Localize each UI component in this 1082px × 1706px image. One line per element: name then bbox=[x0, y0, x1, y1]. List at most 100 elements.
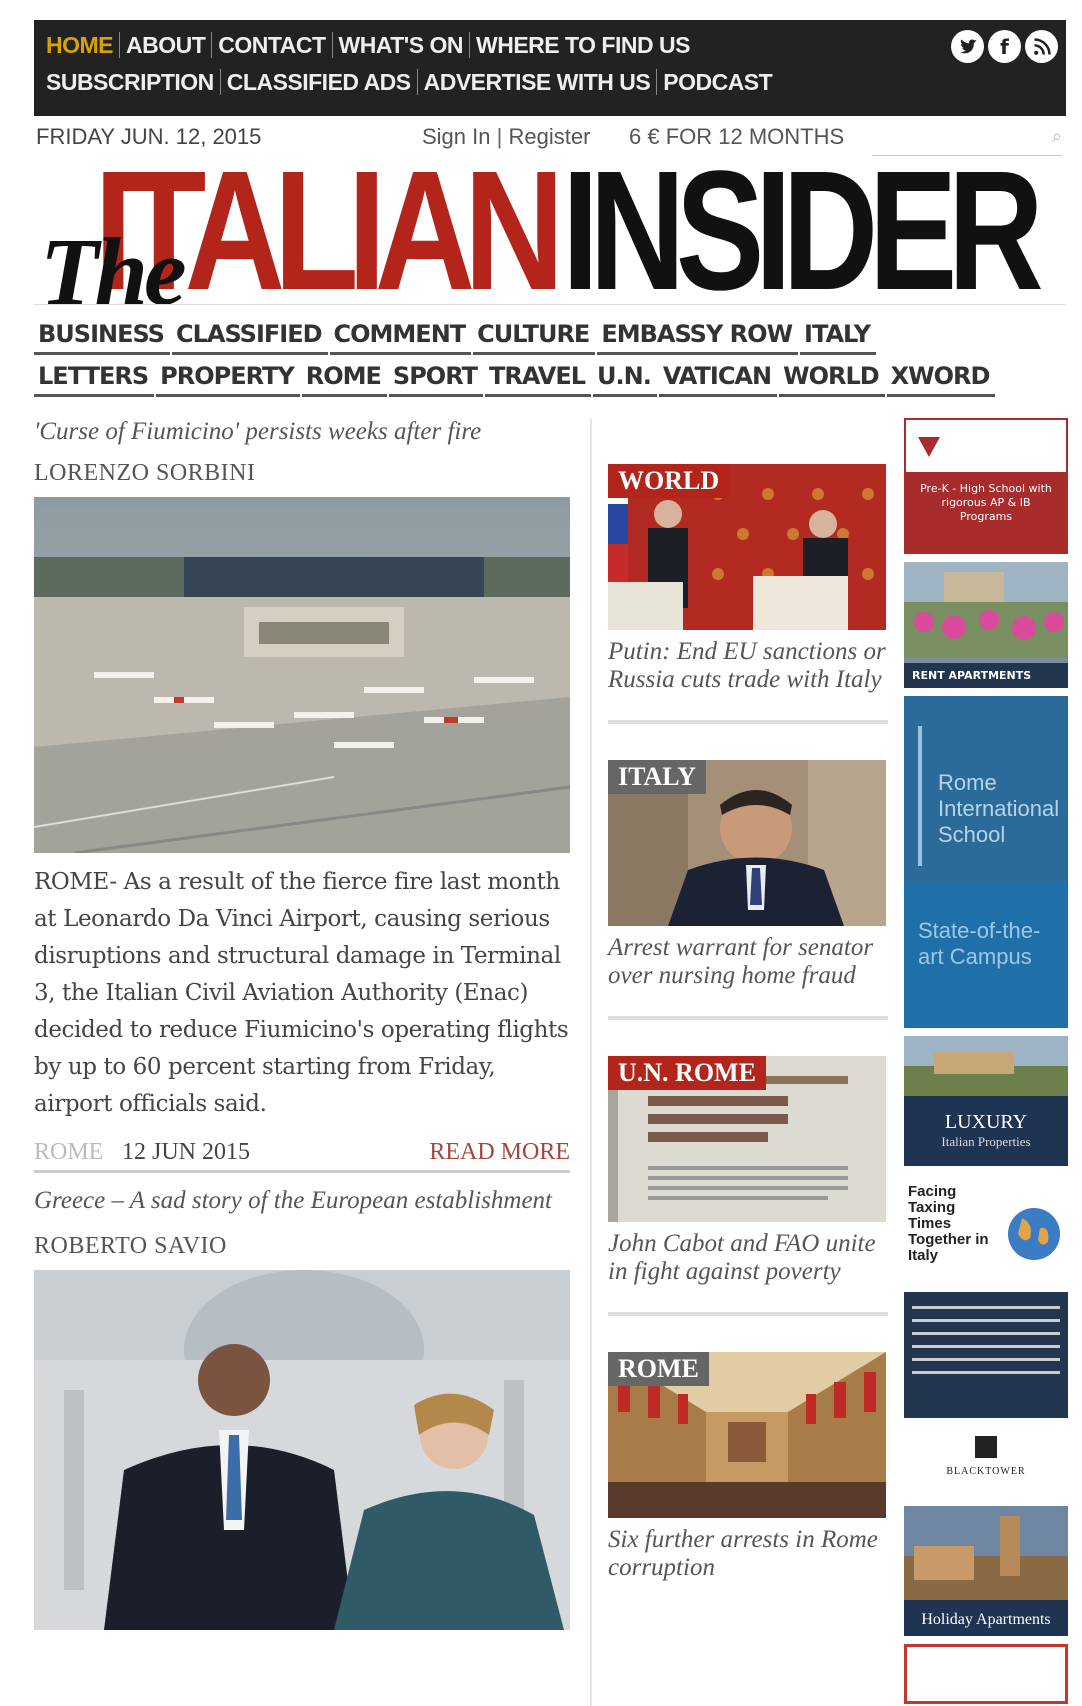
section-sport[interactable]: SPORT bbox=[388, 360, 483, 397]
ad-facing-taxing-times[interactable]: Facing Taxing Times Together in Italy bbox=[904, 1174, 1068, 1284]
nav-home[interactable]: HOME bbox=[46, 32, 120, 58]
blacktower-logo-icon bbox=[975, 1436, 997, 1458]
lead-article-author: LORENZO SORBINI bbox=[34, 460, 256, 486]
lead-article-meta: ROME 12 JUN 2015 READ MORE bbox=[34, 1133, 570, 1173]
ad-ris-top: Rome International School bbox=[904, 696, 1068, 882]
side-story-un-rome: U.N. ROME John Cabot and FAO unite in fi… bbox=[608, 1056, 890, 1316]
story-category-tag[interactable]: U.N. ROME bbox=[608, 1056, 766, 1090]
section-rome[interactable]: ROME bbox=[301, 360, 387, 397]
lead-article-title[interactable]: 'Curse of Fiumicino' persists weeks afte… bbox=[34, 418, 570, 446]
section-property[interactable]: PROPERTY bbox=[156, 360, 300, 397]
ad-school-text: Pre-K - High School with rigorous AP & I… bbox=[920, 482, 1052, 523]
read-more-link[interactable]: READ MORE bbox=[429, 1139, 570, 1166]
second-article-author: ROBERTO SAVIO bbox=[34, 1233, 227, 1259]
ad-ris-stripe bbox=[918, 726, 922, 866]
nav-classified-ads[interactable]: CLASSIFIED ADS bbox=[221, 69, 418, 95]
section-un[interactable]: U.N. bbox=[593, 360, 657, 397]
nav-contact[interactable]: CONTACT bbox=[212, 32, 333, 58]
lead-article-body: ROME- As a result of the fierce fire las… bbox=[34, 869, 569, 1117]
section-comment[interactable]: COMMENT bbox=[329, 318, 472, 355]
story-divider bbox=[608, 1016, 888, 1020]
lead-article-image[interactable] bbox=[34, 497, 570, 858]
story-category-tag[interactable]: ITALY bbox=[608, 760, 707, 794]
sign-in-link[interactable]: Sign In bbox=[422, 124, 491, 149]
column-divider bbox=[590, 418, 592, 1706]
story-divider bbox=[608, 720, 888, 724]
ad-rent-text: RENT APARTMENTS bbox=[912, 669, 1032, 682]
top-navigation-bar: HOME ABOUT CONTACT WHAT'S ON WHERE TO FI… bbox=[34, 20, 1066, 116]
nav-subscription[interactable]: SUBSCRIPTION bbox=[46, 69, 221, 95]
ad-holiday-text: Holiday Apartments bbox=[921, 1611, 1051, 1628]
ad-american-school[interactable]: Pre-K - High School with rigorous AP & I… bbox=[904, 418, 1068, 554]
section-nav-row-1: BUSINESS CLASSIFIED COMMENT CULTURE EMBA… bbox=[34, 318, 1066, 355]
ad-financial-planning[interactable] bbox=[904, 1292, 1068, 1418]
nav-podcast[interactable]: PODCAST bbox=[657, 69, 778, 95]
lead-article-date: 12 JUN 2015 bbox=[122, 1139, 251, 1165]
masthead-divider bbox=[34, 304, 1066, 305]
section-world[interactable]: WORLD bbox=[779, 360, 885, 397]
ad-luxury-sub: Italian Properties bbox=[941, 1134, 1031, 1149]
ad-rent-apartments[interactable]: RENT APARTMENTS bbox=[904, 562, 1068, 688]
story-divider bbox=[608, 1312, 888, 1316]
second-article-title[interactable]: Greece – A sad story of the European est… bbox=[34, 1187, 570, 1215]
story-category-tag[interactable]: WORLD bbox=[608, 464, 730, 498]
site-logo[interactable]: ITALIAN INSIDER The bbox=[34, 158, 1074, 304]
top-nav-row-2: SUBSCRIPTION CLASSIFIED ADS ADVERTISE WI… bbox=[46, 69, 778, 95]
facebook-icon[interactable]: f bbox=[988, 30, 1021, 63]
side-story-rome: ROME Six further arrests in Rome corrupt… bbox=[608, 1352, 890, 1582]
story-title[interactable]: Arrest warrant for senator over nursing … bbox=[608, 934, 890, 990]
ad-rome-international-school[interactable]: Rome International School State-of-the-a… bbox=[904, 696, 1068, 1028]
globe-icon bbox=[1008, 1208, 1060, 1260]
story-category-tag[interactable]: ROME bbox=[608, 1352, 709, 1386]
ad-holiday-apartments[interactable]: Holiday Apartments bbox=[904, 1506, 1068, 1636]
ad-school-logo bbox=[906, 420, 1066, 472]
side-story-world: WORLD Putin: End EU sanctions or Russia … bbox=[608, 464, 890, 724]
section-travel[interactable]: TRAVEL bbox=[484, 360, 592, 397]
subscription-promo[interactable]: 6 € FOR 12 MONTHS bbox=[629, 124, 844, 150]
section-italy[interactable]: ITALY bbox=[800, 318, 876, 355]
search-icon[interactable]: ⌕ bbox=[1052, 126, 1062, 147]
section-classified[interactable]: CLASSIFIED bbox=[171, 318, 328, 355]
logo-the: The bbox=[40, 218, 187, 304]
auth-links: Sign In | Register bbox=[422, 124, 590, 150]
section-culture[interactable]: CULTURE bbox=[473, 318, 596, 355]
story-title[interactable]: Six further arrests in Rome corruption bbox=[608, 1526, 890, 1582]
nav-where-to-find-us[interactable]: WHERE TO FIND US bbox=[470, 32, 696, 58]
section-nav-row-2: LETTERS PROPERTY ROME SPORT TRAVEL U.N. … bbox=[34, 360, 1066, 397]
ad-luxury-title: LUXURY bbox=[944, 1111, 1028, 1133]
auth-separator: | bbox=[496, 124, 503, 149]
register-link[interactable]: Register bbox=[508, 124, 590, 149]
story-title[interactable]: John Cabot and FAO unite in fight agains… bbox=[608, 1230, 890, 1286]
search-input[interactable] bbox=[872, 122, 1062, 156]
current-date: FRIDAY JUN. 12, 2015 bbox=[36, 124, 262, 149]
twitter-icon[interactable] bbox=[951, 30, 984, 63]
nav-whats-on[interactable]: WHAT'S ON bbox=[333, 32, 470, 58]
ad-ris-name: Rome International School bbox=[938, 770, 1060, 847]
side-story-italy: ITALY Arrest warrant for senator over nu… bbox=[608, 760, 890, 1020]
side-stories-column: WORLD Putin: End EU sanctions or Russia … bbox=[608, 428, 890, 1582]
nav-about[interactable]: ABOUT bbox=[120, 32, 213, 58]
section-embassy-row[interactable]: EMBASSY ROW bbox=[597, 318, 799, 355]
top-nav-row-1: HOME ABOUT CONTACT WHAT'S ON WHERE TO FI… bbox=[46, 32, 696, 58]
lead-article-category[interactable]: ROME bbox=[34, 1139, 103, 1166]
advertisement-column: Pre-K - High School with rigorous AP & I… bbox=[904, 418, 1068, 1706]
ad-blacktower-text: BLACKTOWER bbox=[946, 1466, 1026, 1477]
main-column: 'Curse of Fiumicino' persists weeks afte… bbox=[34, 418, 570, 1635]
social-links: f bbox=[951, 30, 1058, 63]
section-business[interactable]: BUSINESS bbox=[34, 318, 170, 355]
section-xword[interactable]: XWORD bbox=[886, 360, 996, 397]
nav-advertise[interactable]: ADVERTISE WITH US bbox=[418, 69, 658, 95]
ad-blacktower[interactable]: BLACKTOWER bbox=[904, 1426, 1068, 1498]
ad-ris-tagline: State-of-the-art Campus bbox=[918, 918, 1041, 969]
rss-icon[interactable] bbox=[1025, 30, 1058, 63]
ad-bottom-partial[interactable] bbox=[904, 1644, 1068, 1704]
section-vatican[interactable]: VATICAN bbox=[658, 360, 778, 397]
logo-insider: INSIDER bbox=[562, 158, 1044, 304]
ad-luxury-properties[interactable]: LUXURY Italian Properties bbox=[904, 1036, 1068, 1166]
utility-bar: FRIDAY JUN. 12, 2015 Sign In | Register … bbox=[34, 122, 1066, 156]
story-title[interactable]: Putin: End EU sanctions or Russia cuts t… bbox=[608, 638, 890, 694]
ad-tax-text: Facing Taxing Times Together in Italy bbox=[908, 1183, 989, 1264]
second-article-image[interactable] bbox=[34, 1270, 570, 1635]
section-letters[interactable]: LETTERS bbox=[34, 360, 155, 397]
ad-rent-bar: RENT APARTMENTS bbox=[904, 663, 1068, 688]
